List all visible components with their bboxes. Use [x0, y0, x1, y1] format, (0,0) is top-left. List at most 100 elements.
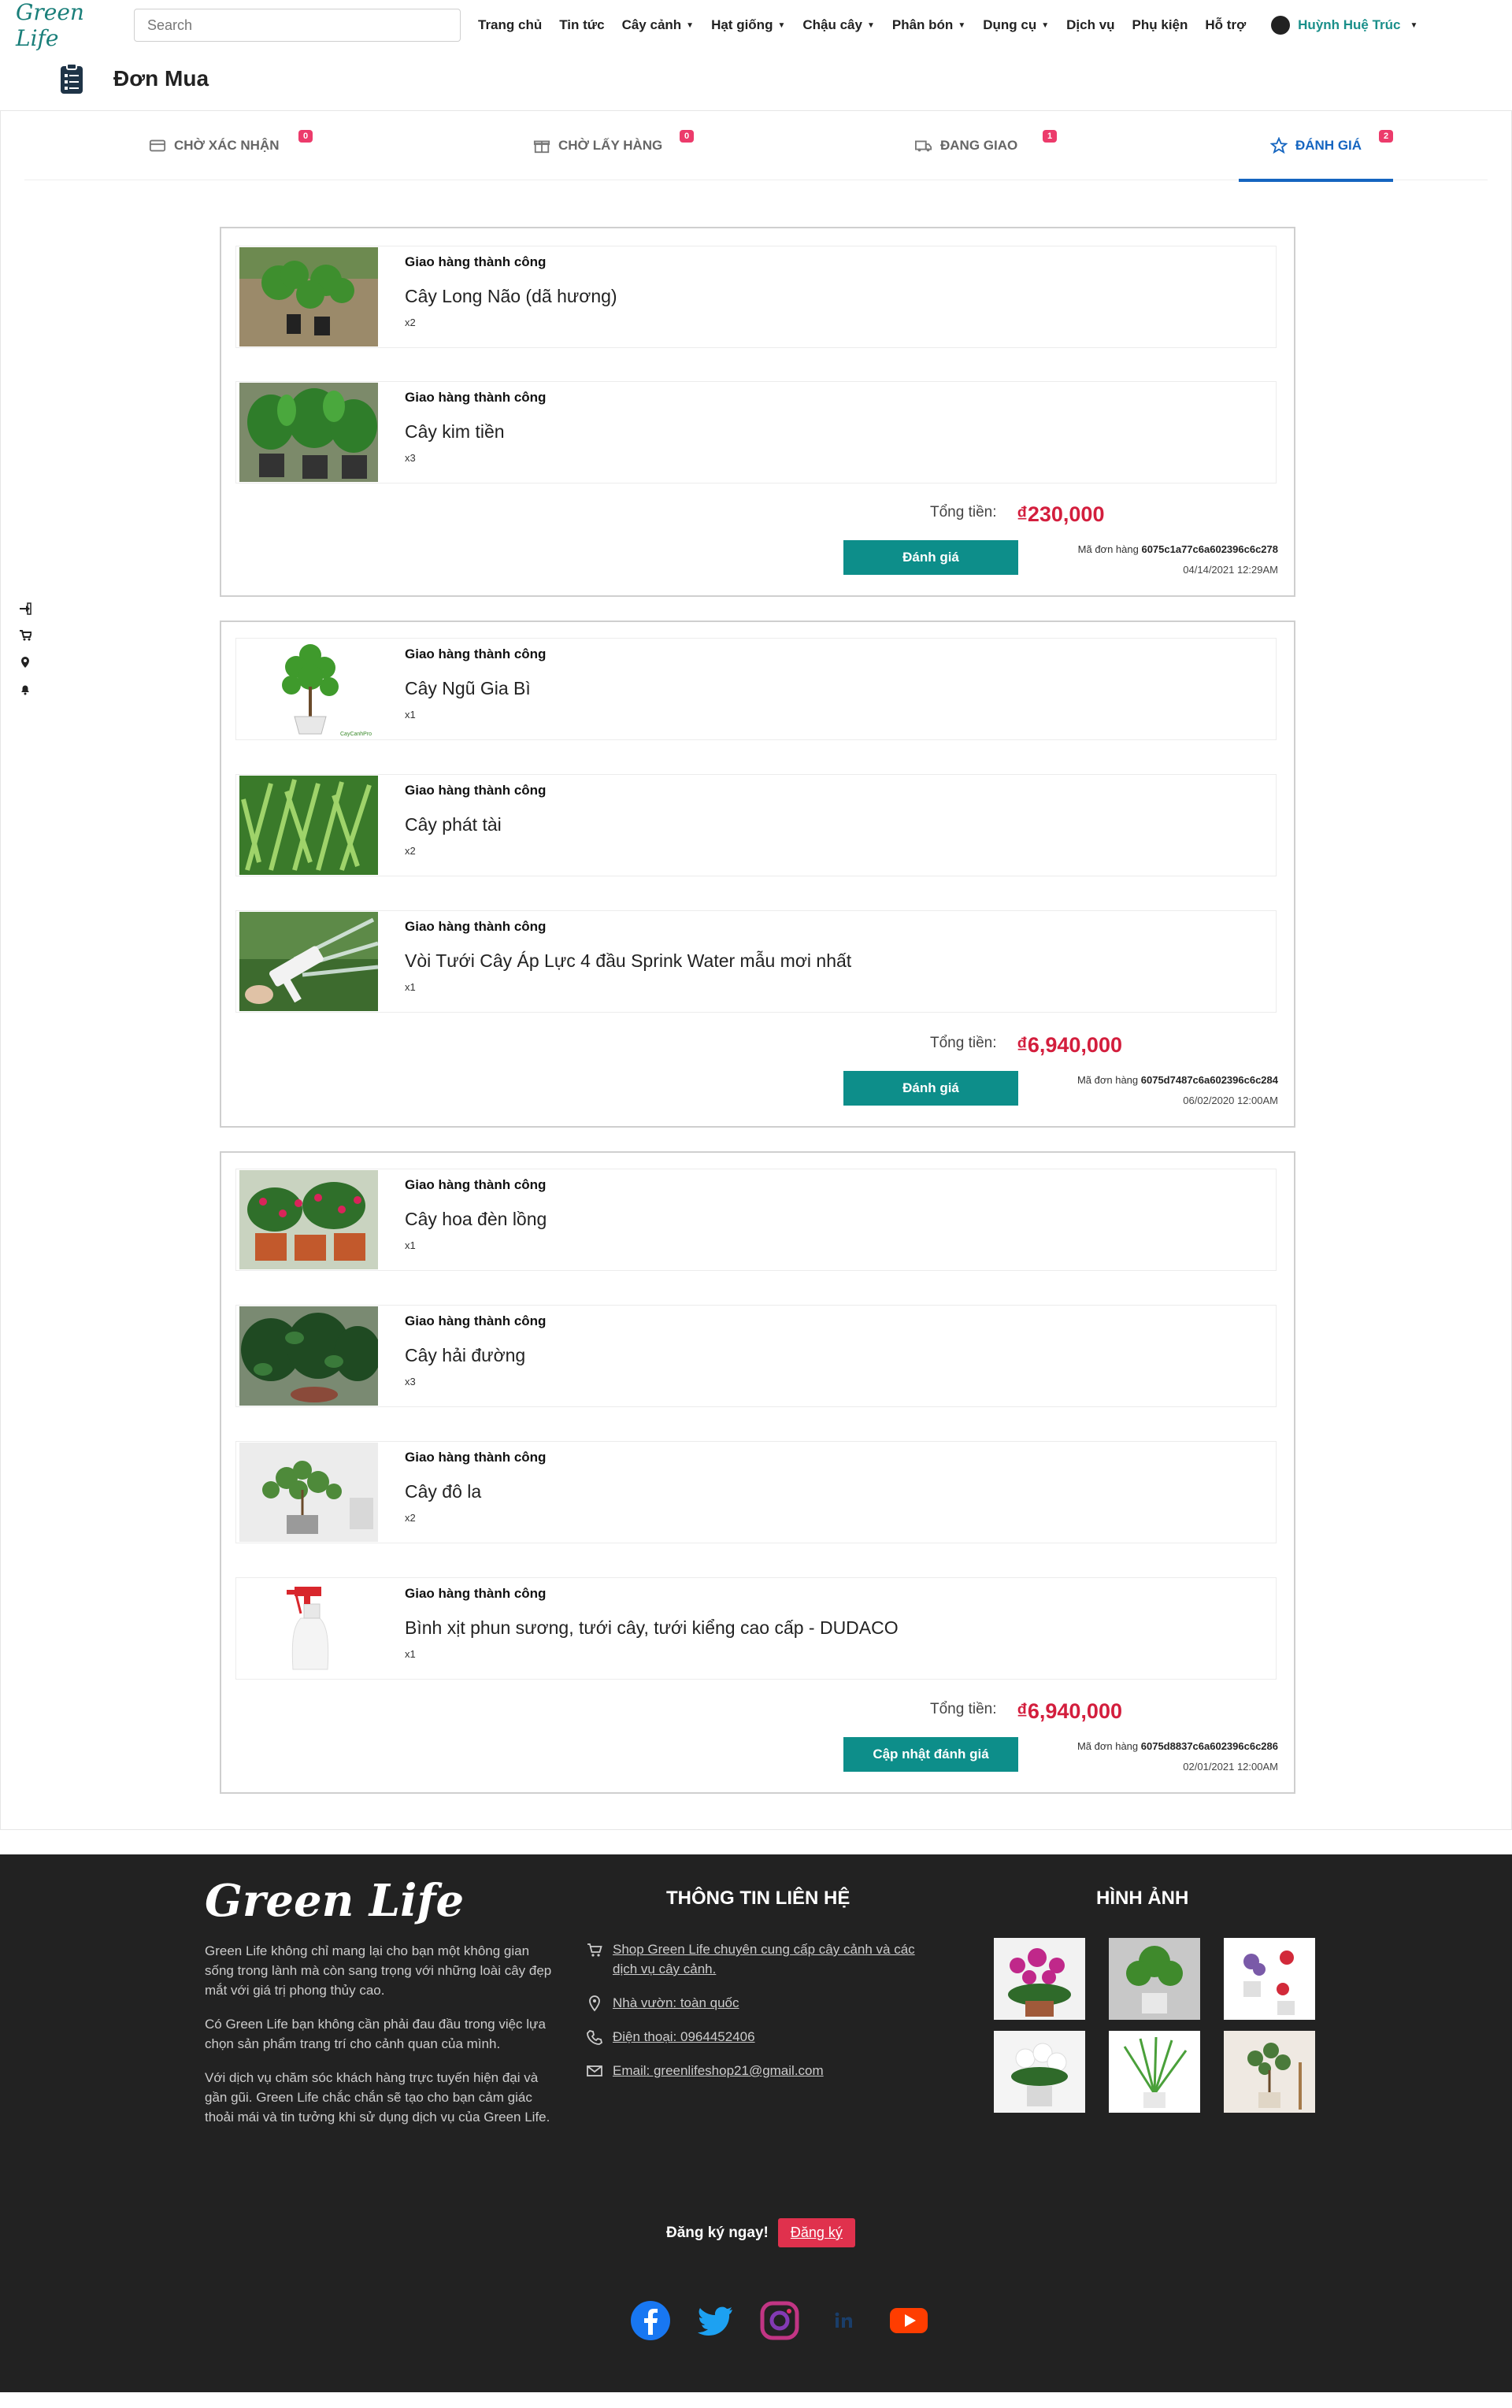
- contact-shop[interactable]: Shop Green Life chuyên cung cấp cây cảnh…: [586, 1939, 932, 1979]
- footer-logo[interactable]: Green Life: [205, 1875, 464, 1927]
- order-code-value: 6075d7487c6a602396c6c284: [1140, 1074, 1278, 1086]
- nav-item[interactable]: Dụng cụ ▼: [983, 17, 1049, 33]
- contact-text: Điện thoại: 0964452406: [613, 2029, 755, 2044]
- twitter-icon[interactable]: [695, 2300, 736, 2341]
- product-image: CayCanhPro: [239, 639, 378, 739]
- item-quantity: x2: [405, 317, 416, 328]
- item-name[interactable]: Cây Long Não (dã hương): [405, 286, 617, 307]
- review-button[interactable]: Đánh giá: [843, 1071, 1018, 1106]
- footer-paragraph: Với dịch vụ chăm sóc khách hàng trực tuy…: [205, 2070, 550, 2125]
- site-footer: Green Life Green Life không chỉ mang lại…: [0, 1854, 1512, 2392]
- product-image: [239, 1170, 378, 1269]
- contact-phone[interactable]: Điện thoại: 0964452406: [586, 2027, 932, 2047]
- tab-cho-lay-hang[interactable]: CHỜ LẤY HÀNG 0: [533, 111, 695, 180]
- facebook-icon[interactable]: [630, 2300, 671, 2341]
- product-image: [239, 1579, 378, 1678]
- brand-logo[interactable]: Green Life: [16, 0, 134, 51]
- contact-email[interactable]: Email: greenlifeshop21@gmail.com: [586, 2061, 932, 2080]
- chevron-down-icon: ▼: [866, 21, 875, 31]
- nav-item[interactable]: Cây cảnh ▼: [622, 17, 695, 33]
- tab-cho-xac-nhan[interactable]: CHỜ XÁC NHẬN 0: [149, 111, 313, 180]
- chevron-down-icon: ▼: [958, 21, 966, 31]
- footer-paragraph: Có Green Life bạn không cần phải đau đầu…: [205, 2017, 546, 2051]
- instagram-icon[interactable]: [759, 2300, 800, 2341]
- gallery-image[interactable]: [1224, 1938, 1315, 2020]
- item-quantity: x1: [405, 981, 416, 993]
- order-item[interactable]: Giao hàng thành công Vòi Tưới Cây Áp Lực…: [235, 910, 1277, 1013]
- tab-danh-gia[interactable]: ĐÁNH GIÁ 2: [1238, 111, 1394, 182]
- gallery-image[interactable]: [1224, 2031, 1315, 2113]
- order-code-label: Mã đơn hàng: [1077, 1074, 1139, 1086]
- subscribe-button[interactable]: Đăng ký: [777, 2218, 855, 2247]
- item-status: Giao hàng thành công: [405, 390, 547, 405]
- linkedin-icon[interactable]: [824, 2300, 865, 2341]
- contact-address[interactable]: Nhà vườn: toàn quốc: [586, 1993, 932, 2013]
- order-card: Giao hàng thành công Cây hoa đèn lồng x1…: [220, 1151, 1295, 1794]
- youtube-icon[interactable]: [888, 2300, 929, 2341]
- nav-item-label: Chậu cây: [802, 17, 862, 32]
- item-name[interactable]: Cây hoa đèn lồng: [405, 1209, 547, 1230]
- item-name[interactable]: Vòi Tưới Cây Áp Lực 4 đầu Sprink Water m…: [405, 950, 851, 972]
- nav-item[interactable]: Phụ kiện: [1132, 17, 1188, 33]
- order-item[interactable]: Giao hàng thành công Cây phát tài x2: [235, 774, 1277, 876]
- phone-icon: [587, 2030, 603, 2045]
- total-price: ₫230,000: [1017, 502, 1105, 526]
- gallery-image[interactable]: [1109, 1938, 1200, 2020]
- item-name[interactable]: Cây Ngũ Gia Bì: [405, 678, 546, 699]
- tab-count-badge: 0: [298, 130, 313, 143]
- item-quantity: x3: [405, 1376, 416, 1387]
- order-item[interactable]: Giao hàng thành công Bình xịt phun sương…: [235, 1577, 1277, 1680]
- login-icon[interactable]: [11, 595, 39, 622]
- nav-item[interactable]: Phân bón ▼: [892, 17, 965, 33]
- chevron-down-icon: ▼: [1410, 20, 1418, 30]
- item-name[interactable]: Cây đô la: [405, 1481, 546, 1502]
- nav-item[interactable]: Chậu cây ▼: [802, 17, 875, 33]
- order-item[interactable]: Giao hàng thành công Cây kim tiền x3: [235, 381, 1277, 483]
- nav-item[interactable]: Trang chủ: [478, 17, 542, 33]
- order-date: 02/01/2021 12:00AM: [1183, 1761, 1278, 1773]
- footer-paragraph: Green Life không chỉ mang lại cho bạn mộ…: [205, 1943, 552, 1998]
- gallery-image[interactable]: [994, 2031, 1085, 2113]
- order-item[interactable]: Giao hàng thành công Cây Long Não (dã hư…: [235, 246, 1277, 348]
- item-name[interactable]: Cây kim tiền: [405, 421, 546, 443]
- item-name[interactable]: Bình xịt phun sương, tưới cây, tưới kiển…: [405, 1617, 899, 1639]
- contact-heading: THÔNG TIN LIÊN HỆ: [666, 1888, 850, 1909]
- subscribe-label: Đăng ký ngay!: [666, 2224, 769, 2241]
- order-item[interactable]: Giao hàng thành công Cây hoa đèn lồng x1: [235, 1169, 1277, 1271]
- nav-item-label: Phụ kiện: [1132, 17, 1188, 32]
- map-pin-icon: [589, 1995, 600, 2012]
- review-button[interactable]: Đánh giá: [843, 540, 1018, 575]
- item-status: Giao hàng thành công: [405, 1586, 547, 1601]
- total-price: ₫6,940,000: [1017, 1699, 1122, 1723]
- update-review-button[interactable]: Cập nhật đánh giá: [843, 1737, 1018, 1772]
- cart-icon[interactable]: [11, 622, 39, 649]
- clipboard-icon: [61, 63, 83, 94]
- product-image: [239, 383, 378, 482]
- user-name: Huỳnh Huệ Trúc: [1298, 17, 1401, 32]
- order-code: Mã đơn hàng 6075c1a77c6a602396c6c278: [1078, 543, 1278, 555]
- item-name[interactable]: Cây hải đường: [405, 1345, 546, 1366]
- gallery-image[interactable]: [994, 1938, 1085, 2020]
- order-item[interactable]: CayCanhPro Giao hàng thành công Cây Ngũ …: [235, 638, 1277, 740]
- nav-item[interactable]: Hạt giống ▼: [711, 17, 785, 33]
- nav-item[interactable]: Tin tức: [559, 17, 604, 33]
- search-input[interactable]: [134, 9, 461, 42]
- bell-icon[interactable]: [11, 676, 39, 702]
- tab-dang-giao[interactable]: ĐANG GIAO 1: [915, 111, 1058, 180]
- gallery-image[interactable]: [1109, 2031, 1200, 2113]
- order-code: Mã đơn hàng 6075d8837c6a602396c6c286: [1077, 1740, 1278, 1752]
- order-item[interactable]: Giao hàng thành công Cây hải đường x3: [235, 1305, 1277, 1407]
- nav-item[interactable]: Hỗ trợ: [1205, 17, 1246, 33]
- item-name[interactable]: Cây phát tài: [405, 814, 546, 835]
- order-code-label: Mã đơn hàng: [1077, 1740, 1139, 1752]
- user-menu[interactable]: Huỳnh Huệ Trúc ▼: [1271, 16, 1418, 35]
- nav-item-label: Trang chủ: [478, 17, 543, 32]
- page-header: Đơn Mua: [60, 63, 209, 94]
- nav-item[interactable]: Dịch vụ: [1066, 17, 1114, 33]
- item-quantity: x1: [405, 1239, 416, 1251]
- nav-item-label: Dịch vụ: [1066, 17, 1115, 32]
- item-quantity: x2: [405, 845, 416, 857]
- map-pin-icon[interactable]: [11, 649, 39, 676]
- tab-label: ĐÁNH GIÁ: [1295, 138, 1362, 153]
- order-item[interactable]: Giao hàng thành công Cây đô la x2: [235, 1441, 1277, 1543]
